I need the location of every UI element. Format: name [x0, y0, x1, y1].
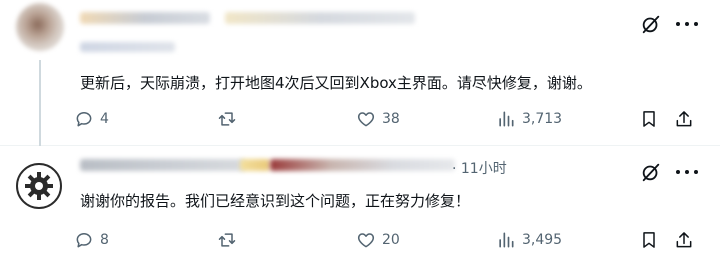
tweet[interactable]: 更新后，天际崩溃，打开地图4次后又回到Xbox主界面。请尽快修复，谢谢。 4 3…: [0, 0, 720, 146]
reply-button[interactable]: 8: [74, 228, 109, 252]
like-button[interactable]: 20: [356, 228, 400, 252]
share-button[interactable]: [674, 228, 694, 252]
more-icon[interactable]: [676, 162, 698, 182]
bookmark-button[interactable]: [639, 107, 659, 131]
bookmark-button[interactable]: [639, 228, 659, 252]
reply-count: 8: [100, 232, 109, 248]
reply-thread: 更新后，天际崩溃，打开地图4次后又回到Xbox主界面。请尽快修复，谢谢。 4 3…: [0, 0, 720, 263]
display-name-blurred[interactable]: [80, 159, 245, 171]
view-count: 3,495: [522, 232, 563, 248]
view-count: 3,713: [522, 111, 563, 127]
action-bar: 8 20 3,495: [74, 228, 714, 252]
heart-icon: [357, 112, 375, 127]
handle-blurred[interactable]: [225, 12, 415, 24]
retweet-icon: [218, 233, 236, 247]
retweet-icon: [218, 112, 236, 126]
views-button[interactable]: 3,495: [496, 228, 562, 252]
more-icon[interactable]: [676, 14, 698, 34]
retweet-button[interactable]: [217, 228, 243, 252]
views-icon: [499, 232, 514, 248]
reply-count: 4: [100, 111, 109, 127]
timestamp[interactable]: · 11小时: [452, 158, 507, 178]
gear-icon: [25, 172, 53, 200]
bookmark-icon: [643, 232, 655, 248]
replying-to-blurred: [80, 42, 175, 52]
like-count: 38: [382, 111, 400, 127]
like-count: 20: [382, 232, 400, 248]
tweet-text: 更新后，天际崩溃，打开地图4次后又回到Xbox主界面。请尽快修复，谢谢。: [80, 74, 592, 92]
share-icon: [676, 232, 692, 248]
avatar[interactable]: [16, 3, 64, 51]
reply-button[interactable]: 4: [74, 107, 109, 131]
share-icon: [676, 111, 692, 127]
display-name-blurred[interactable]: [80, 12, 210, 24]
verified-badge-blurred: [240, 159, 270, 171]
retweet-button[interactable]: [217, 107, 243, 131]
grok-icon[interactable]: [640, 13, 662, 35]
like-button[interactable]: 38: [356, 107, 400, 131]
action-bar: 4 38 3,713: [74, 107, 714, 131]
reply-icon: [76, 233, 92, 248]
tweet-text: 谢谢你的报告。我们已经意识到这个问题，正在努力修复！: [80, 192, 471, 210]
share-button[interactable]: [674, 107, 694, 131]
views-icon: [499, 111, 514, 127]
thread-line: [39, 60, 41, 146]
tweet[interactable]: · 11小时 谢谢你的报告。我们已经意识到这个问题，正在努力修复！ 8 20 3…: [0, 146, 720, 263]
reply-icon: [76, 112, 92, 127]
grok-icon[interactable]: [640, 161, 662, 183]
heart-icon: [357, 233, 375, 248]
handle-blurred[interactable]: [270, 159, 455, 171]
views-button[interactable]: 3,713: [496, 107, 562, 131]
avatar[interactable]: [16, 163, 62, 209]
bookmark-icon: [643, 111, 655, 127]
